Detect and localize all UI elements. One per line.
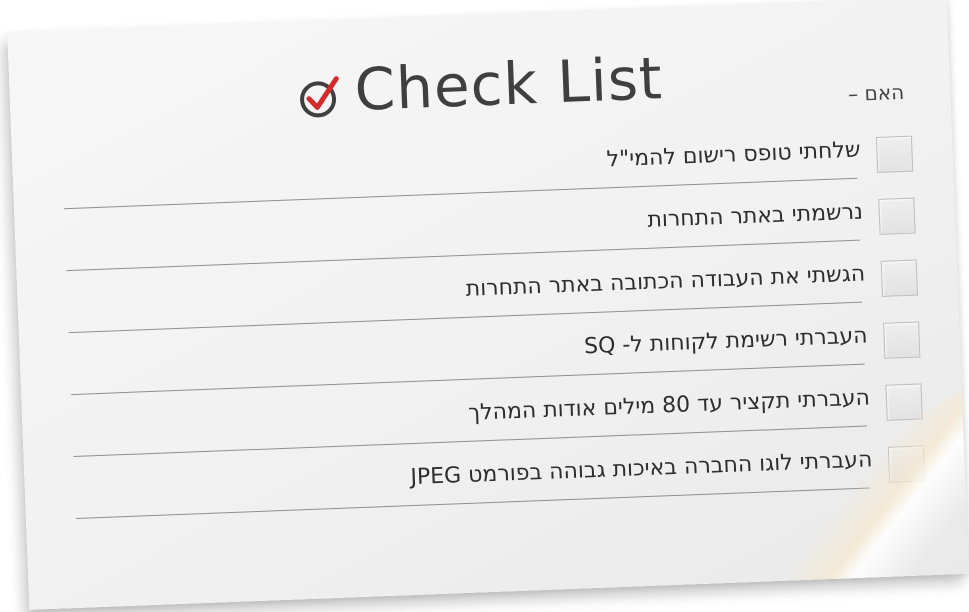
item-label: שלחתי טופס רישום להמי"ל	[606, 137, 861, 173]
item-label: העברתי רשימת לקוחות ל- SQ	[583, 323, 869, 360]
item-label: נרשמתי באתר התחרות	[646, 199, 864, 233]
checkbox[interactable]	[885, 383, 923, 421]
page-title: Check List	[353, 44, 664, 124]
underline	[75, 487, 870, 519]
checkbox[interactable]	[887, 445, 926, 483]
item-label: הגשתי את העבודה הכתובה באתר התחרות	[465, 261, 866, 302]
title-row: Check List	[9, 38, 951, 132]
checkbox[interactable]	[880, 259, 919, 297]
checkmark-circle-icon	[299, 76, 339, 118]
checklist-items: שלחתי טופס רישום להמי"ל נרשמתי באתר התחר…	[12, 126, 966, 534]
question-prefix: האם –	[847, 79, 905, 107]
checkbox[interactable]	[878, 197, 916, 235]
checkbox[interactable]	[883, 321, 921, 359]
item-label: העברתי לוגו החברה באיכות גבוהה בפורמט JP…	[409, 447, 873, 491]
item-label: העברתי תקציר עד 80 מילים אודות המהלך	[467, 385, 871, 426]
checkbox[interactable]	[875, 135, 914, 173]
checklist-card: Check List האם – שלחתי טופס רישום להמי"ל…	[7, 0, 969, 610]
